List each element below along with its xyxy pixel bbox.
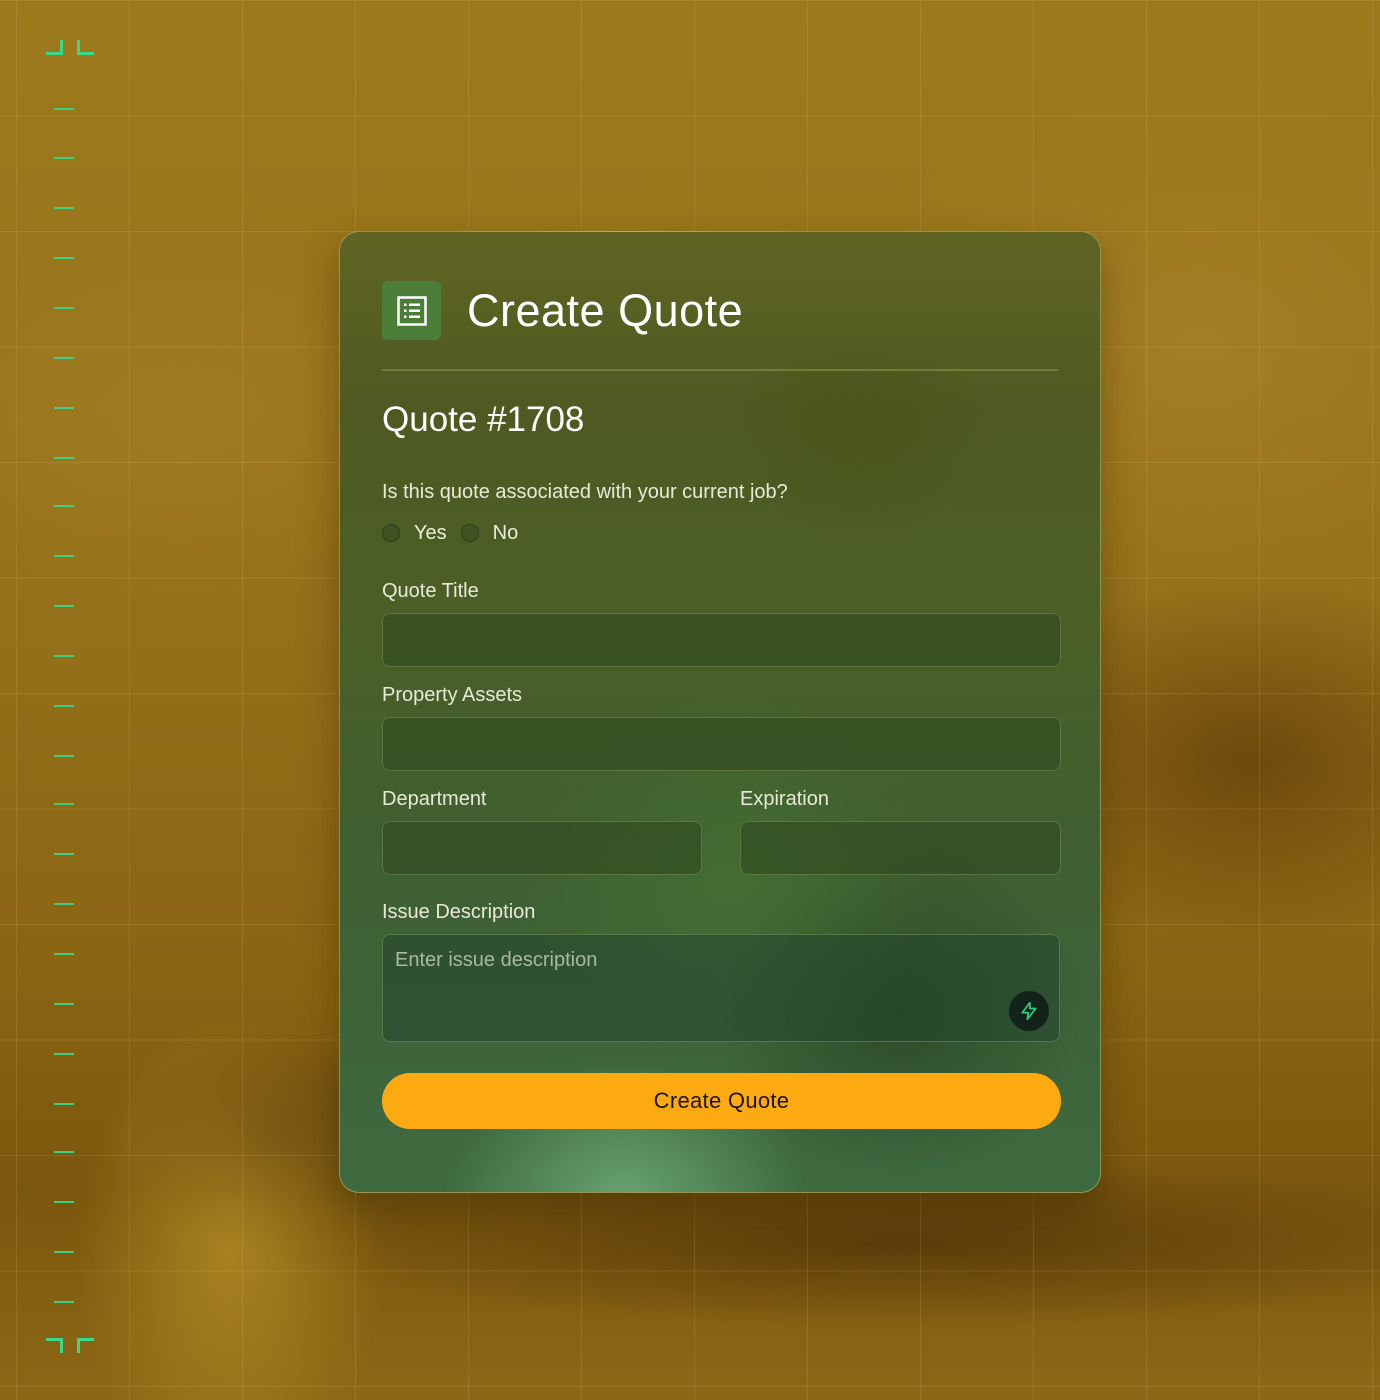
ruler-tick (54, 257, 74, 259)
department-input[interactable] (382, 821, 702, 875)
corner-bracket-icon (77, 40, 94, 55)
ruler-tick (54, 1103, 74, 1105)
ruler-tick (54, 853, 74, 855)
ruler-tick (54, 953, 74, 955)
ruler-tick (54, 505, 74, 507)
radio-no-label[interactable]: No (493, 522, 519, 545)
expiration-label: Expiration (740, 788, 829, 810)
property-assets-label: Property Assets (382, 684, 523, 706)
corner-bracket-icon (77, 1338, 94, 1353)
radio-yes-label[interactable]: Yes (414, 522, 447, 545)
lightning-bolt-icon (1021, 1001, 1037, 1021)
corner-bracket-icon (46, 1338, 63, 1353)
create-quote-card: Create Quote Quote #1708 Is this quote a… (339, 231, 1101, 1193)
expiration-input[interactable] (740, 821, 1061, 875)
quote-title-input[interactable] (382, 613, 1061, 667)
create-quote-button[interactable]: Create Quote (382, 1073, 1061, 1129)
ruler-tick (54, 1251, 74, 1253)
ruler-tick (54, 1301, 74, 1303)
ruler-tick (54, 1151, 74, 1153)
ruler-tick (54, 207, 74, 209)
property-assets-input[interactable] (382, 717, 1061, 771)
ruler-tick (54, 803, 74, 805)
ruler-tick (54, 655, 74, 657)
ruler-tick (54, 605, 74, 607)
document-list-icon (382, 281, 441, 340)
ruler-tick (54, 407, 74, 409)
radio-yes[interactable] (382, 524, 400, 542)
issue-description-label: Issue Description (382, 901, 536, 923)
issue-description-textarea[interactable]: Enter issue description (382, 934, 1060, 1042)
ruler-tick (54, 157, 74, 159)
ruler-tick (54, 1003, 74, 1005)
ai-assist-button[interactable] (1009, 991, 1049, 1031)
issue-description-placeholder: Enter issue description (395, 949, 598, 971)
card-header: Create Quote (382, 281, 1058, 371)
vertical-ruler (0, 0, 120, 1400)
job-association-question: Is this quote associated with your curre… (382, 481, 788, 503)
ruler-tick (54, 1053, 74, 1055)
radio-no[interactable] (460, 524, 479, 542)
job-association-radio-group: Yes No (382, 521, 532, 545)
ruler-tick (54, 457, 74, 459)
page-title: Create Quote (467, 285, 744, 336)
ruler-tick (54, 903, 74, 905)
ruler-tick (54, 307, 74, 309)
ruler-tick (54, 1201, 74, 1203)
ruler-tick (54, 555, 74, 557)
ruler-tick (54, 108, 74, 110)
ruler-tick (54, 357, 74, 359)
department-label: Department (382, 788, 487, 810)
quote-title-label: Quote Title (382, 580, 479, 602)
ruler-tick (54, 755, 74, 757)
corner-bracket-icon (46, 40, 63, 55)
quote-number: Quote #1708 (382, 400, 585, 439)
ruler-tick (54, 705, 74, 707)
